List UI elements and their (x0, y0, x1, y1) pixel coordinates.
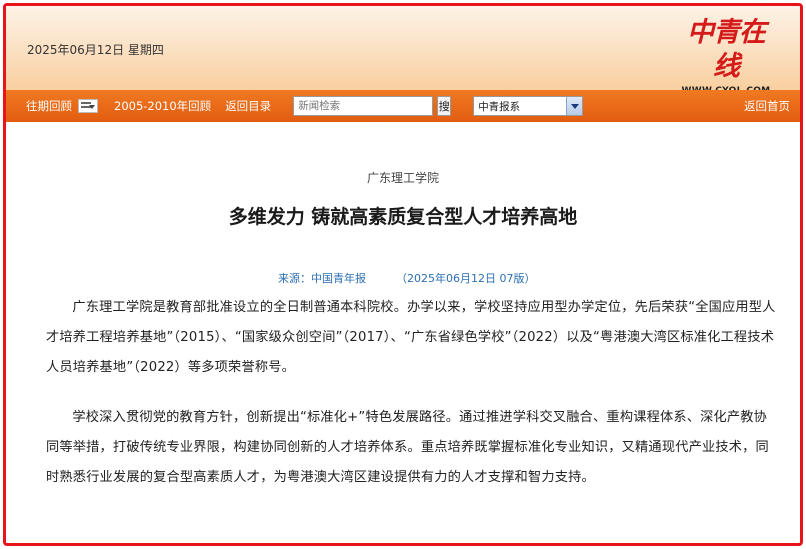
page-header: 2025年06月12日 星期四 中青在线 WWW.CYOL.COM (6, 6, 800, 96)
newspaper-select-value: 中青报系 (478, 100, 521, 113)
article-kicker: 广东理工学院 (366, 171, 439, 185)
archive-2005-2010-link[interactable]: 2005-2010年回顾 (114, 98, 211, 114)
article-paragraph: 学校深入贯彻党的教育方针，创新提出“标准化+”特色发展路径。通过推进学科交叉融合… (46, 410, 769, 485)
newspaper-select[interactable]: 中青报系 (473, 96, 584, 116)
back-issues-link[interactable]: 往期回顾 (26, 98, 72, 114)
article-headline: 多维发力 铸就高素质复合型人才培养高地 (228, 206, 578, 228)
chevron-down-icon[interactable] (566, 97, 583, 115)
article-source: 来源：中国青年报 (278, 272, 366, 285)
nav-bar: 往期回顾 2005-2010年回顾 返回目录 搜 中青报系 返回首页 (6, 90, 800, 122)
calendar-picker-icon[interactable] (78, 99, 98, 113)
back-directory-link[interactable]: 返回目录 (225, 98, 271, 114)
logo-mark: 中青在线 (687, 17, 766, 82)
article-date-edition: （2025年06月12日 07版） (396, 272, 536, 285)
back-home-link[interactable]: 返回首页 (744, 98, 790, 114)
page-frame: 2025年06月12日 星期四 中青在线 WWW.CYOL.COM 往期回顾 2… (3, 3, 803, 546)
news-search-input[interactable] (293, 96, 434, 116)
search-button[interactable]: 搜 (437, 96, 452, 116)
current-date: 2025年06月12日 星期四 (27, 43, 164, 57)
article-meta: 来源：中国青年报 （2025年06月12日 07版） (278, 270, 535, 286)
cyol-logo[interactable]: 中青在线 WWW.CYOL.COM (678, 16, 774, 96)
article-paragraph: 广东理工学院是教育部批准设立的全日制普通本科院校。办学以来，学校坚持应用型办学定… (46, 300, 776, 375)
